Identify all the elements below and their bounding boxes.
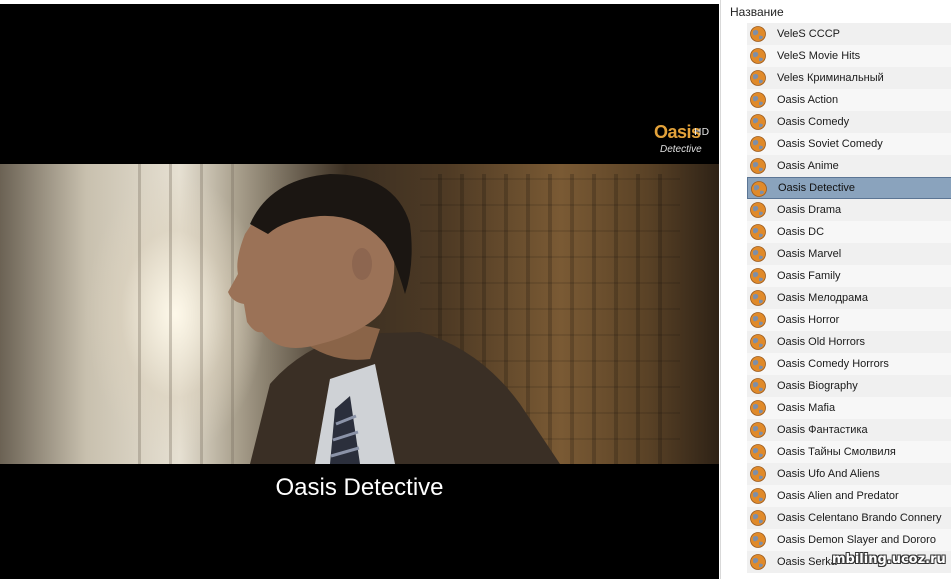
column-header[interactable]: Название: [721, 0, 951, 22]
channel-label: Oasis Family: [777, 270, 841, 282]
channel-list-item[interactable]: Oasis Comedy: [747, 111, 951, 133]
channel-label: Oasis Drama: [777, 204, 842, 216]
logo-subtitle: Detective: [660, 144, 702, 155]
globe-icon: [750, 70, 766, 86]
channel-list-item[interactable]: Oasis Фантастика: [747, 419, 951, 441]
channel-list-item[interactable]: Oasis Old Horrors: [747, 331, 951, 353]
globe-icon: [750, 114, 766, 130]
globe-icon: [750, 554, 766, 570]
channel-label: Oasis Mafia: [777, 402, 836, 414]
channel-list-panel[interactable]: Название VeleS СССР VeleS Movie Hits Veles…: [720, 0, 951, 579]
globe-icon: [750, 466, 766, 482]
globe-icon: [750, 290, 766, 306]
channel-label: Oasis Comedy: [777, 116, 850, 128]
channel-list-item[interactable]: Oasis Celentano Brando Connery: [747, 507, 951, 529]
globe-icon: [750, 444, 766, 460]
channel-list-item[interactable]: Oasis Anime: [747, 155, 951, 177]
channel-label: Oasis DC: [777, 226, 825, 238]
channel-list-item[interactable]: Oasis Alien and Predator: [747, 485, 951, 507]
channel-list-item[interactable]: VeleS СССР: [747, 23, 951, 45]
globe-icon: [750, 400, 766, 416]
watermark: mbiling.ucoz.ru: [832, 552, 946, 567]
globe-icon: [750, 246, 766, 262]
globe-icon: [750, 202, 766, 218]
channel-label: Oasis Comedy Horrors: [777, 358, 889, 370]
channel-label: Oasis Demon Slayer and Dororo: [777, 534, 936, 546]
channel-label: Oasis Фантастика: [777, 424, 868, 436]
globe-icon: [750, 488, 766, 504]
globe-icon: [750, 48, 766, 64]
channel-list-item[interactable]: Oasis DC: [747, 221, 951, 243]
channel-label: Oasis Alien and Predator: [777, 490, 899, 502]
channel-label: Oasis Мелодрама: [777, 292, 868, 304]
globe-icon: [750, 356, 766, 372]
globe-icon: [750, 92, 766, 108]
channel-list-item[interactable]: Oasis Drama: [747, 199, 951, 221]
globe-icon: [750, 510, 766, 526]
channel-list-item[interactable]: Oasis Detective: [747, 177, 951, 199]
channel-label: Oasis Old Horrors: [777, 336, 866, 348]
channel-label: VeleS СССР: [777, 28, 840, 40]
channel-label: Oasis Ufo And Aliens: [777, 468, 880, 480]
channel-label: Oasis Marvel: [777, 248, 842, 260]
man-silhouette: [228, 174, 560, 464]
channel-list-item[interactable]: Oasis Action: [747, 89, 951, 111]
channel-list-item[interactable]: Oasis Biography: [747, 375, 951, 397]
channel-label: Oasis Serka: [777, 556, 837, 568]
channel-label: VeleS Movie Hits: [777, 50, 861, 62]
channel-list-item[interactable]: Oasis Demon Slayer and Dororo: [747, 529, 951, 551]
globe-icon: [750, 422, 766, 438]
channel-logo: Oasis HD Detective: [654, 122, 714, 160]
globe-icon: [750, 268, 766, 284]
channel-list-item[interactable]: VeleS Movie Hits: [747, 45, 951, 67]
globe-icon: [750, 136, 766, 152]
video-frame: [0, 164, 719, 464]
video-player[interactable]: Oasis HD Detective Oasis Detective: [0, 0, 719, 579]
channel-label: Oasis Тайны Смолвиля: [777, 446, 896, 458]
channel-list-item[interactable]: Oasis Family: [747, 265, 951, 287]
channel-label: Veles Криминальный: [777, 72, 884, 84]
channel-label: Oasis Anime: [777, 160, 839, 172]
globe-icon: [750, 532, 766, 548]
channel-list-item[interactable]: Oasis Comedy Horrors: [747, 353, 951, 375]
channel-list-item[interactable]: Oasis Мелодрама: [747, 287, 951, 309]
channel-list[interactable]: VeleS СССР VeleS Movie Hits Veles Криминал…: [721, 23, 951, 573]
channel-label: Oasis Detective: [778, 182, 856, 194]
channel-caption: Oasis Detective: [275, 474, 444, 501]
column-header-label: Название: [730, 5, 784, 19]
channel-label: Oasis Celentano Brando Connery: [777, 512, 942, 524]
channel-label: Oasis Horror: [777, 314, 840, 326]
channel-label: Oasis Biography: [777, 380, 858, 392]
globe-icon: [750, 334, 766, 350]
channel-label: Oasis Action: [777, 94, 839, 106]
globe-icon: [750, 26, 766, 42]
logo-hd: HD: [694, 127, 710, 138]
top-strip: [0, 0, 719, 4]
channel-list-item[interactable]: Oasis Horror: [747, 309, 951, 331]
globe-icon: [750, 158, 766, 174]
channel-list-item[interactable]: Oasis Mafia: [747, 397, 951, 419]
channel-list-item[interactable]: Oasis Ufo And Aliens: [747, 463, 951, 485]
globe-icon: [750, 312, 766, 328]
channel-list-item[interactable]: Oasis Soviet Comedy: [747, 133, 951, 155]
channel-label: Oasis Soviet Comedy: [777, 138, 883, 150]
globe-icon: [751, 181, 767, 197]
channel-list-item[interactable]: Oasis Marvel: [747, 243, 951, 265]
channel-list-item[interactable]: Veles Криминальный: [747, 67, 951, 89]
globe-icon: [750, 378, 766, 394]
channel-list-item[interactable]: Oasis Тайны Смолвиля: [747, 441, 951, 463]
globe-icon: [750, 224, 766, 240]
